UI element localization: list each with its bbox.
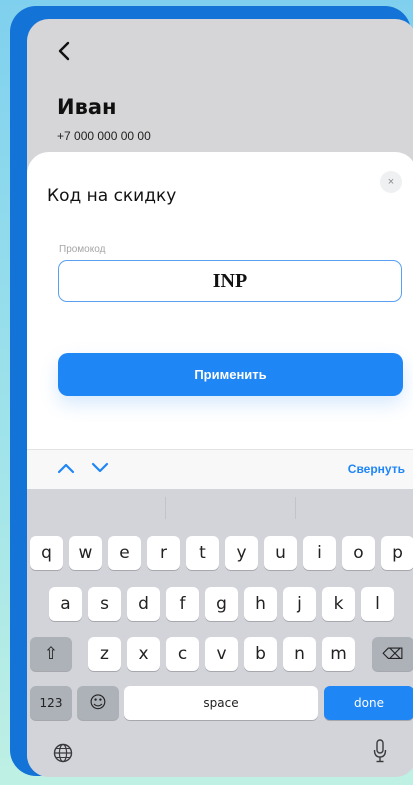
key-p[interactable]: p	[381, 536, 413, 570]
key-h[interactable]: h	[244, 587, 277, 621]
backspace-icon[interactable]: ⌫	[372, 637, 413, 671]
back-chevron-icon[interactable]	[57, 41, 71, 61]
key-y[interactable]: y	[225, 536, 258, 570]
key-r[interactable]: r	[147, 536, 180, 570]
key-v[interactable]: v	[205, 637, 238, 671]
keyboard-accessory-bar: Свернуть	[27, 449, 413, 489]
key-j[interactable]: j	[283, 587, 316, 621]
microphone-icon[interactable]	[373, 739, 387, 763]
suggestion-divider	[295, 497, 296, 519]
collapse-button[interactable]: Свернуть	[348, 462, 405, 476]
close-icon[interactable]: ×	[380, 171, 402, 193]
emoji-icon[interactable]: ☺	[77, 686, 119, 720]
key-g[interactable]: g	[205, 587, 238, 621]
key-k[interactable]: k	[322, 587, 355, 621]
key-t[interactable]: t	[186, 536, 219, 570]
suggestion-divider	[165, 497, 166, 519]
promo-code-input[interactable]: INP	[58, 260, 402, 302]
apply-button[interactable]: Применить	[58, 353, 403, 396]
globe-icon[interactable]	[53, 743, 73, 763]
space-key[interactable]: space	[124, 686, 318, 720]
key-b[interactable]: b	[244, 637, 277, 671]
key-i[interactable]: i	[303, 536, 336, 570]
key-o[interactable]: o	[342, 536, 375, 570]
sheet-title: Код на скидку	[47, 186, 177, 206]
key-f[interactable]: f	[166, 587, 199, 621]
key-n[interactable]: n	[283, 637, 316, 671]
key-m[interactable]: m	[322, 637, 355, 671]
user-phone: +7 000 000 00 00	[57, 129, 151, 143]
key-q[interactable]: q	[30, 536, 63, 570]
app-screen: Иван +7 000 000 00 00 Код на скидку × Пр…	[27, 19, 413, 777]
shift-icon[interactable]: ⇧	[30, 637, 72, 671]
key-w[interactable]: w	[69, 536, 102, 570]
key-c[interactable]: c	[166, 637, 199, 671]
chevron-down-icon[interactable]	[91, 462, 109, 474]
numbers-key[interactable]: 123	[30, 686, 72, 720]
key-x[interactable]: x	[127, 637, 160, 671]
discount-code-sheet: Код на скидку × Промокод INP Применить	[27, 152, 413, 452]
key-s[interactable]: s	[88, 587, 121, 621]
on-screen-keyboard: q w e r t y u i o p a s d f g h j k l ⇧ …	[27, 489, 413, 777]
promo-code-label: Промокод	[59, 244, 106, 255]
key-d[interactable]: d	[127, 587, 160, 621]
key-a[interactable]: a	[49, 587, 82, 621]
key-z[interactable]: z	[88, 637, 121, 671]
chevron-up-icon[interactable]	[57, 462, 75, 474]
key-e[interactable]: e	[108, 536, 141, 570]
done-key[interactable]: done	[324, 686, 413, 720]
device-frame: Иван +7 000 000 00 00 Код на скидку × Пр…	[10, 6, 413, 777]
key-l[interactable]: l	[361, 587, 394, 621]
key-u[interactable]: u	[264, 536, 297, 570]
user-name: Иван	[57, 95, 117, 119]
